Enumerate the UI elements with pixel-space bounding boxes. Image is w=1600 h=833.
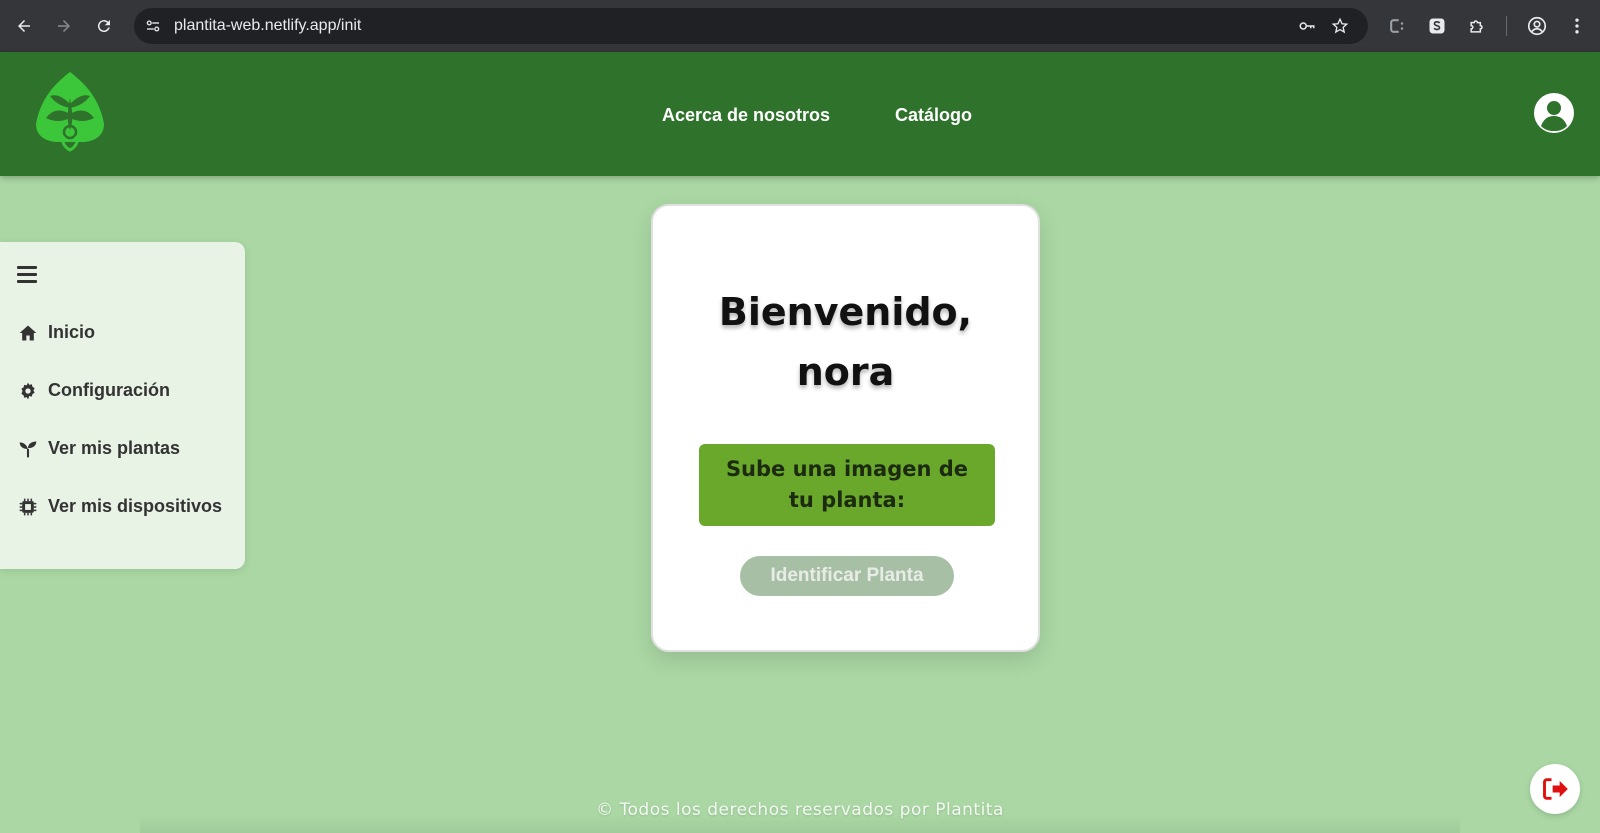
password-key-icon[interactable] [1296, 17, 1318, 35]
nav-link-about[interactable]: Acerca de nosotros [662, 105, 830, 126]
home-icon [19, 325, 37, 340]
extension-c-icon[interactable] [1386, 15, 1408, 37]
sidebar-item-label: Ver mis dispositivos [48, 496, 223, 516]
sidebar-item-plantas[interactable]: Ver mis plantas [18, 438, 180, 459]
welcome-heading: Bienvenido, nora [653, 282, 1038, 402]
back-arrow-icon[interactable] [12, 14, 36, 38]
toolbar-separator [1506, 16, 1507, 36]
plantita-logo-icon[interactable] [32, 70, 108, 152]
gear-icon [21, 382, 35, 399]
extension-s-icon[interactable] [1426, 15, 1448, 37]
identify-plant-button[interactable]: Identificar Planta [740, 556, 954, 596]
sidebar-item-label: Ver mis plantas [48, 438, 181, 458]
profile-icon[interactable] [1526, 15, 1548, 37]
sprout-icon [19, 441, 37, 457]
upload-image-button[interactable]: Sube una imagen de tu planta: [699, 444, 995, 526]
sidebar-item-dispositivos[interactable]: Ver mis dispositivos [18, 496, 222, 517]
welcome-username: nora [796, 350, 895, 394]
logout-icon [1543, 778, 1568, 800]
hamburger-menu-icon[interactable] [17, 266, 37, 284]
sidebar-item-label: Inicio [48, 322, 96, 342]
sidebar-item-label: Configuración [48, 380, 170, 400]
app-header: Acerca de nosotros Catálogo [0, 52, 1600, 176]
welcome-card: Bienvenido, nora Sube una imagen de tu p… [651, 204, 1040, 652]
user-avatar-icon[interactable] [1533, 92, 1575, 134]
address-bar[interactable]: plantita-web.netlify.app/init [134, 8, 1368, 44]
chip-icon [19, 498, 37, 515]
site-settings-icon[interactable] [144, 17, 162, 35]
browser-toolbar: plantita-web.netlify.app/init [0, 0, 1600, 52]
url-text: plantita-web.netlify.app/init [174, 17, 362, 34]
sidebar-item-inicio[interactable]: Inicio [18, 322, 95, 343]
forward-arrow-icon[interactable] [52, 14, 76, 38]
logout-button[interactable] [1530, 764, 1580, 814]
footer-copyright: © Todos los derechos reservados por Plan… [596, 800, 1004, 820]
menu-dots-icon[interactable] [1566, 15, 1588, 37]
upload-image-label: Sube una imagen de tu planta: [725, 457, 969, 512]
welcome-greeting: Bienvenido, [718, 290, 973, 334]
sidebar-item-configuracion[interactable]: Configuración [18, 380, 170, 401]
nav-link-catalog[interactable]: Catálogo [895, 105, 972, 126]
sidebar-menu: Inicio Configuración Ver mis plantas Ver… [0, 242, 245, 569]
bookmark-star-icon[interactable] [1330, 17, 1350, 35]
extensions-puzzle-icon[interactable] [1466, 15, 1488, 37]
reload-icon[interactable] [92, 14, 116, 38]
